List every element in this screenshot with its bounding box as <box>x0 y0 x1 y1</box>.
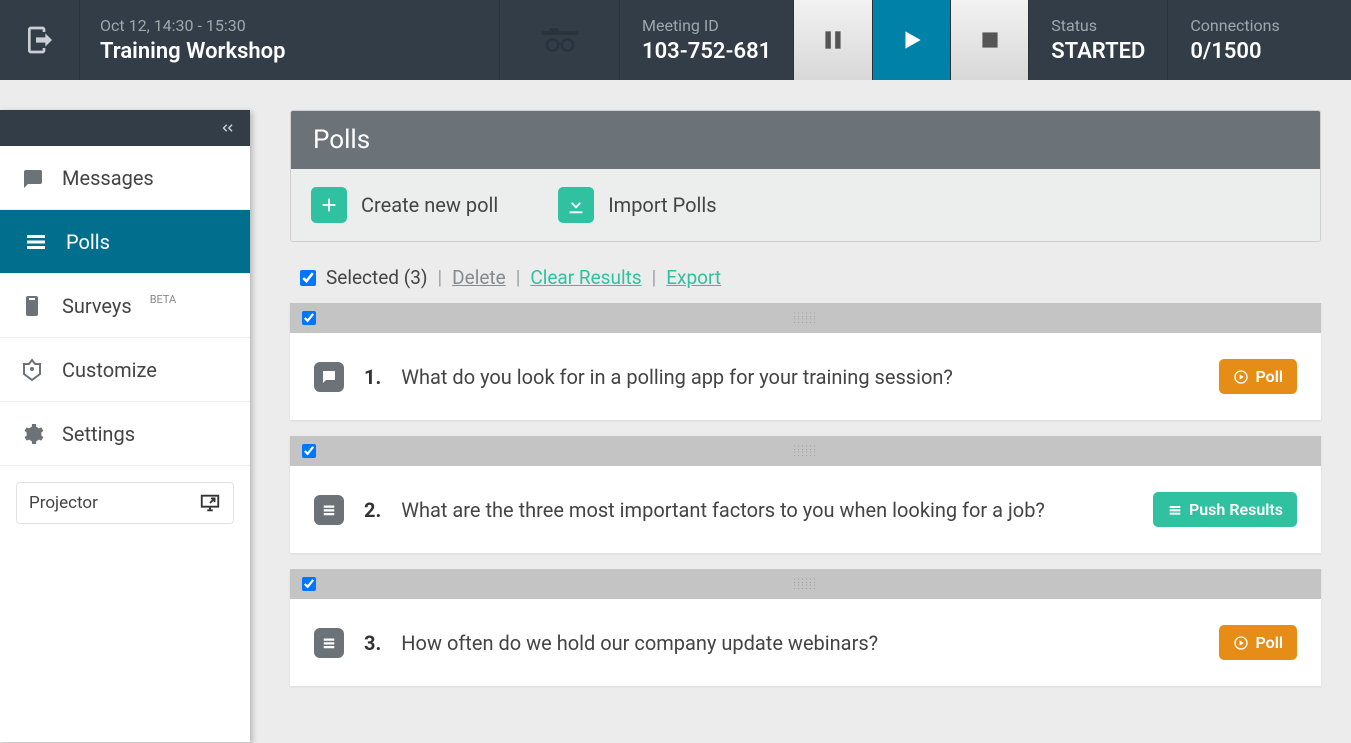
status-value: STARTED <box>1051 39 1145 64</box>
stop-icon <box>977 27 1003 53</box>
sidebar-item-label: Messages <box>62 166 154 190</box>
poll-number: 1. <box>364 365 381 389</box>
topbar: Oct 12, 14:30 - 15:30 Training Workshop … <box>0 0 1351 80</box>
customize-icon <box>18 358 46 382</box>
create-poll-button[interactable]: Create new poll <box>311 187 498 223</box>
status-label: Status <box>1051 16 1145 35</box>
collapse-sidebar-button[interactable] <box>0 110 250 146</box>
sidebar-item-settings[interactable]: Settings <box>0 402 250 466</box>
projector-button[interactable]: Projector <box>16 482 234 524</box>
play-icon <box>899 27 925 53</box>
selection-toolbar: Selected (3) | Delete | Clear Results | … <box>300 266 1321 289</box>
settings-icon <box>18 422 46 446</box>
meeting-id-value: 103-752-681 <box>642 39 771 64</box>
playback-controls <box>794 0 1029 80</box>
play-circle-icon <box>1233 635 1249 651</box>
chevron-double-left-icon <box>218 119 236 137</box>
pause-button[interactable] <box>794 0 872 80</box>
logout-icon <box>24 24 56 56</box>
poll-number: 2. <box>364 498 381 522</box>
sidebar-item-customize[interactable]: Customize <box>0 338 250 402</box>
projector-label: Projector <box>29 493 98 513</box>
poll-type-multi-icon <box>314 628 344 658</box>
poll-question: What do you look for in a polling app fo… <box>401 365 1199 389</box>
drag-handle-icon: :::::::::::: <box>794 312 818 324</box>
play-circle-icon <box>1233 369 1249 385</box>
meeting-title: Training Workshop <box>100 39 479 64</box>
push-results-button[interactable]: Push Results <box>1153 492 1297 527</box>
poll-type-multi-icon <box>314 495 344 525</box>
incognito-icon <box>540 26 580 54</box>
poll-number: 3. <box>364 631 381 655</box>
meeting-id-label: Meeting ID <box>642 16 771 35</box>
polls-icon <box>22 230 50 254</box>
sidebar-item-surveys[interactable]: Surveys BETA <box>0 274 250 338</box>
drag-handle-icon: :::::::::::: <box>794 445 818 457</box>
sidebar-item-label: Settings <box>62 422 135 446</box>
poll-item: :::::::::::: 3. How often do we hold our… <box>290 569 1321 686</box>
logout-button[interactable] <box>0 0 80 80</box>
page-title: Polls <box>291 111 1320 169</box>
beta-badge: BETA <box>150 293 177 306</box>
results-icon <box>1167 502 1183 518</box>
plus-icon <box>311 187 347 223</box>
poll-drag-bar[interactable]: :::::::::::: <box>290 569 1321 599</box>
poll-action-button[interactable]: Poll <box>1219 359 1297 394</box>
meeting-id-block: Meeting ID 103-752-681 <box>620 0 794 80</box>
play-button[interactable] <box>872 0 950 80</box>
external-screen-icon <box>199 492 221 514</box>
pause-icon <box>820 27 846 53</box>
poll-type-open-icon <box>314 362 344 392</box>
meeting-datetime: Oct 12, 14:30 - 15:30 <box>100 16 479 35</box>
drag-handle-icon: :::::::::::: <box>794 578 818 590</box>
poll-checkbox[interactable] <box>302 444 316 458</box>
poll-action-button[interactable]: Poll <box>1219 625 1297 660</box>
poll-question: How often do we hold our company update … <box>401 631 1199 655</box>
poll-item: :::::::::::: 1. What do you look for in … <box>290 303 1321 420</box>
sidebar-item-label: Surveys <box>62 294 132 318</box>
poll-drag-bar[interactable]: :::::::::::: <box>290 436 1321 466</box>
delete-link[interactable]: Delete <box>452 266 506 289</box>
status-block: Status STARTED <box>1029 0 1168 80</box>
polls-panel: Polls Create new poll Import Polls <box>290 110 1321 242</box>
clear-results-link[interactable]: Clear Results <box>530 266 641 289</box>
sidebar-item-messages[interactable]: Messages <box>0 146 250 210</box>
poll-drag-bar[interactable]: :::::::::::: <box>290 303 1321 333</box>
create-poll-label: Create new poll <box>361 193 498 217</box>
select-all-checkbox[interactable] <box>300 270 316 286</box>
surveys-icon <box>18 294 46 318</box>
poll-question: What are the three most important factor… <box>401 498 1133 522</box>
import-icon <box>558 187 594 223</box>
export-link[interactable]: Export <box>666 266 721 289</box>
connections-block: Connections 0/1500 <box>1168 0 1301 80</box>
meeting-title-block: Oct 12, 14:30 - 15:30 Training Workshop <box>80 0 500 80</box>
import-polls-button[interactable]: Import Polls <box>558 187 716 223</box>
sidebar: Messages Polls Surveys BETA Customize Se… <box>0 110 250 742</box>
connections-value: 0/1500 <box>1190 39 1279 64</box>
sidebar-item-polls[interactable]: Polls <box>0 210 250 274</box>
sidebar-item-label: Customize <box>62 358 157 382</box>
messages-icon <box>18 166 46 190</box>
connections-label: Connections <box>1190 16 1279 35</box>
incognito-toggle[interactable] <box>500 0 620 80</box>
sidebar-item-label: Polls <box>66 230 110 254</box>
poll-checkbox[interactable] <box>302 311 316 325</box>
poll-checkbox[interactable] <box>302 577 316 591</box>
poll-item: :::::::::::: 2. What are the three most … <box>290 436 1321 553</box>
import-polls-label: Import Polls <box>608 193 716 217</box>
main-content: Polls Create new poll Import Polls Selec… <box>250 80 1351 742</box>
selected-count: Selected (3) <box>326 266 428 289</box>
stop-button[interactable] <box>950 0 1028 80</box>
